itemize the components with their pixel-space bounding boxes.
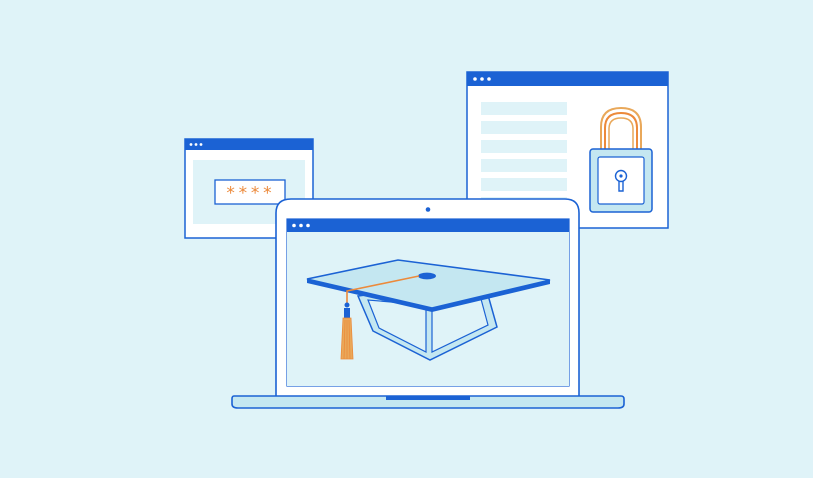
password-window-titlebar	[185, 139, 313, 150]
laptop-screen-titlebar	[287, 219, 569, 232]
laptop-base-notch	[386, 396, 470, 400]
lock-window-titlebar	[467, 72, 668, 86]
window-controls-dots	[473, 77, 491, 81]
laptop-camera	[425, 207, 431, 212]
illustration-canvas: ****	[0, 0, 817, 484]
window-controls-dots	[189, 143, 203, 146]
security-education-illustration: ****	[0, 0, 813, 478]
laptop-icon	[231, 198, 625, 409]
window-controls-dots	[292, 223, 310, 228]
password-field-value: ****	[226, 184, 275, 204]
cap-button	[418, 272, 436, 280]
